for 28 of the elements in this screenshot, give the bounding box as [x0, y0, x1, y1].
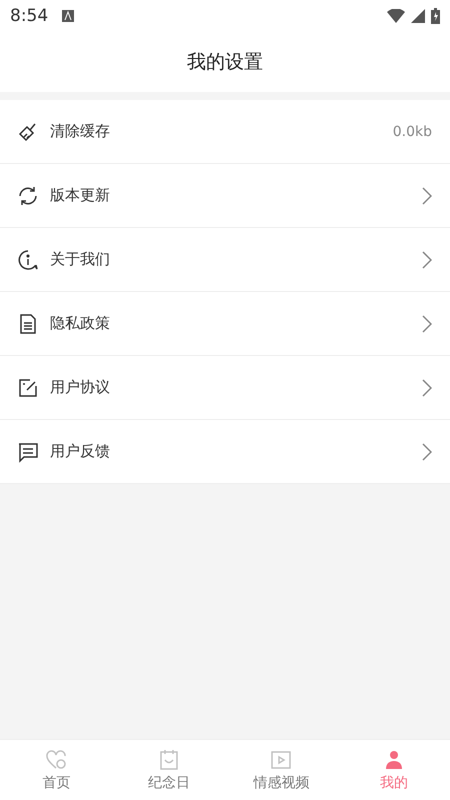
settings-row[interactable]: 清除缓存 0.0kb: [0, 100, 450, 164]
nav-tab[interactable]: 情感视频: [225, 740, 338, 800]
settings-row[interactable]: 用户协议: [0, 356, 450, 420]
nav-tab[interactable]: 纪念日: [112, 740, 225, 800]
signal-icon: [411, 9, 425, 23]
settings-label: 版本更新: [50, 186, 111, 205]
chevron-icon: [422, 442, 432, 460]
chevron-icon: [422, 186, 432, 204]
settings-row[interactable]: 版本更新: [0, 164, 450, 228]
chevron-icon: [422, 314, 432, 332]
nav-tab[interactable]: 首页: [0, 740, 112, 800]
settings-label: 清除缓存: [50, 122, 111, 141]
wifi-icon: [387, 9, 405, 23]
info-icon: [16, 248, 40, 272]
settings-row[interactable]: 关于我们: [0, 228, 450, 292]
settings-label: 用户协议: [50, 378, 111, 397]
page-title: 我的设置: [187, 50, 263, 75]
status-time: 8:54: [10, 6, 48, 26]
battery-icon: [431, 8, 440, 24]
chevron-icon: [422, 250, 432, 268]
settings-label: 关于我们: [50, 250, 111, 269]
notification-icon: [62, 10, 74, 22]
chevron-icon: [422, 378, 432, 396]
settings-label: 用户反馈: [50, 442, 111, 461]
cache-size: 0.0kb: [392, 124, 432, 140]
settings-row[interactable]: 用户反馈: [0, 420, 450, 484]
settings-row[interactable]: 隐私政策: [0, 292, 450, 356]
settings-label: 隐私政策: [50, 314, 111, 333]
